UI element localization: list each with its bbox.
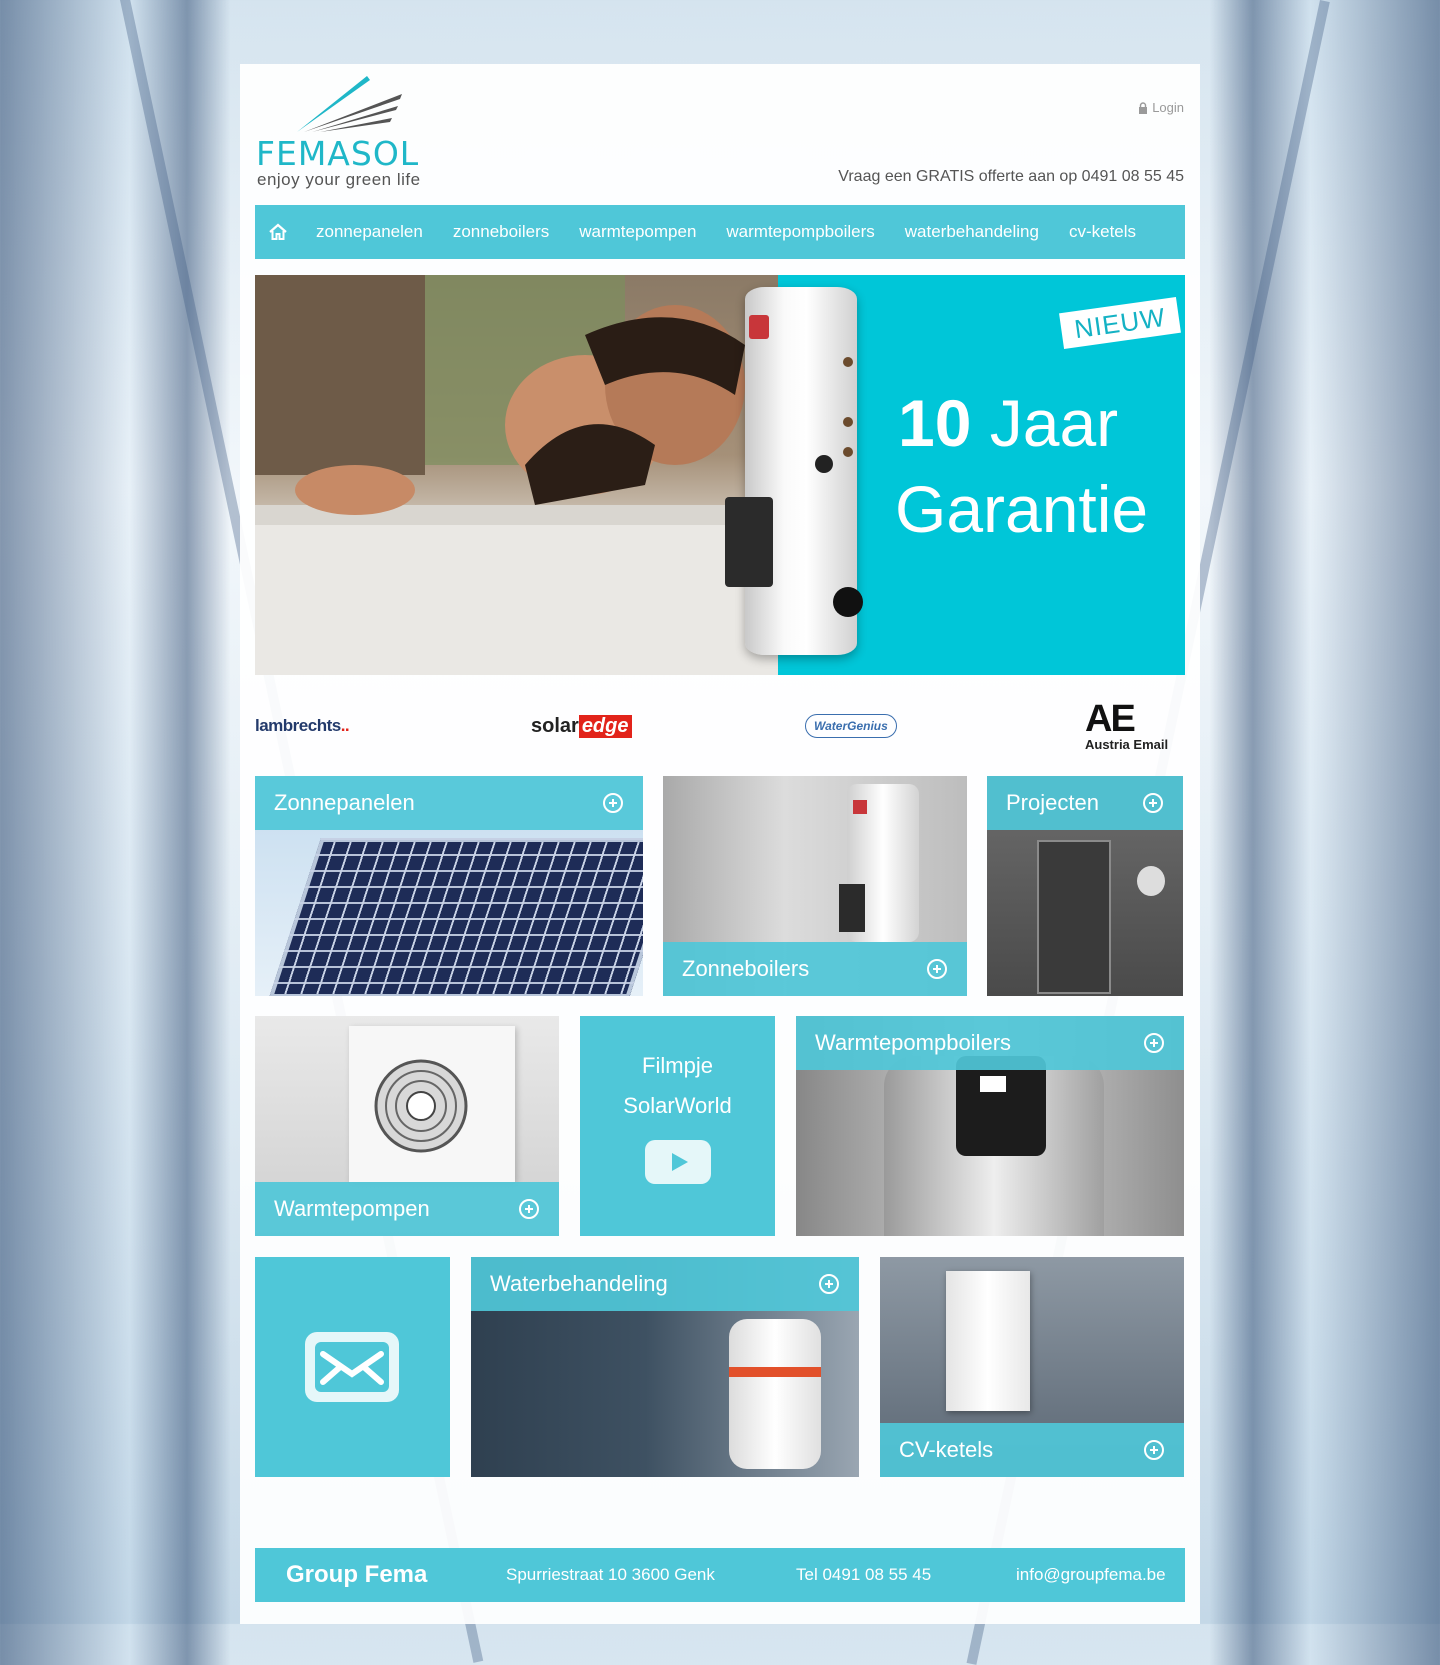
hero-headline-line2: Garantie bbox=[895, 472, 1149, 546]
watergenius-logo[interactable]: WaterGenius bbox=[805, 686, 897, 766]
fan-icon bbox=[374, 1059, 468, 1153]
tile-bar: Waterbehandeling bbox=[471, 1257, 859, 1311]
tile-warmtepompen[interactable]: Warmtepompen bbox=[255, 1016, 559, 1236]
tile-bar: Projecten bbox=[987, 776, 1183, 830]
water-softener-image bbox=[729, 1319, 821, 1469]
watergenius-logo-text: WaterGenius bbox=[805, 714, 897, 738]
heat-pump-image bbox=[349, 1026, 515, 1182]
tile-zonneboilers[interactable]: Zonneboilers bbox=[663, 776, 967, 996]
nav-item-cv-ketels[interactable]: cv-ketels bbox=[1054, 222, 1151, 242]
tile-bar: Zonneboilers bbox=[663, 942, 967, 996]
installation-image bbox=[1037, 840, 1111, 994]
tile-title: Projecten bbox=[1006, 790, 1099, 815]
tile-waterbehandeling[interactable]: Waterbehandeling bbox=[471, 1257, 859, 1477]
footer-email[interactable]: info@groupfema.be bbox=[1016, 1565, 1166, 1585]
lambrechts-logo-text: lambrechts bbox=[255, 716, 341, 735]
tile-projecten[interactable]: Projecten bbox=[987, 776, 1183, 996]
video-title-line1: Filmpje bbox=[642, 1053, 713, 1078]
video-title-line2: SolarWorld bbox=[623, 1093, 732, 1118]
tile-title: Zonneboilers bbox=[682, 956, 810, 981]
tile-title: Zonnepanelen bbox=[274, 790, 415, 815]
footer-brand: Group Fema bbox=[286, 1561, 428, 1588]
tile-contact-mail[interactable] bbox=[255, 1257, 450, 1477]
logo-tagline: enjoy your green life bbox=[257, 170, 421, 189]
plus-circle-icon[interactable] bbox=[1143, 793, 1163, 813]
tile-zonnepanelen[interactable]: Zonnepanelen bbox=[255, 776, 643, 996]
solaredge-logo-edge: edge bbox=[578, 714, 632, 738]
play-icon[interactable] bbox=[645, 1140, 711, 1184]
tile-title: Waterbehandeling bbox=[490, 1271, 668, 1296]
plus-circle-icon[interactable] bbox=[1144, 1033, 1164, 1053]
nav-item-warmtepompboilers[interactable]: warmtepompboilers bbox=[711, 222, 889, 242]
boiler-unit-image bbox=[946, 1271, 1030, 1411]
tile-bar: Warmtepompboilers bbox=[796, 1016, 1184, 1070]
home-icon bbox=[269, 223, 287, 240]
logo-name[interactable]: FEMASOL bbox=[256, 134, 419, 173]
nav-item-waterbehandeling[interactable]: waterbehandeling bbox=[890, 222, 1054, 242]
boiler-image bbox=[839, 784, 919, 942]
footer: Group Fema Spurriestraat 10 3600 Genk Te… bbox=[255, 1548, 1185, 1602]
heat-pump-boiler-top-image bbox=[956, 1056, 1046, 1156]
expansion-vessel-image bbox=[1137, 866, 1165, 896]
hero-headline-number: 10 bbox=[898, 386, 972, 460]
nav-item-warmtepompen[interactable]: warmtepompen bbox=[564, 222, 711, 242]
nav-home[interactable] bbox=[255, 205, 301, 259]
hero-headline-line1: 10 Jaar bbox=[898, 385, 1118, 461]
offer-text: Vraag een GRATIS offerte aan op 0491 08 … bbox=[838, 168, 1184, 185]
nav-item-zonneboilers[interactable]: zonneboilers bbox=[438, 222, 564, 242]
plus-circle-icon[interactable] bbox=[603, 793, 623, 813]
tile-title: Warmtepompboilers bbox=[815, 1030, 1012, 1055]
partner-logos: lambrechts.. solar edge WaterGenius AE Au… bbox=[255, 686, 1185, 766]
tile-video-solarworld[interactable]: Filmpje SolarWorld bbox=[580, 1016, 775, 1236]
austria-email-logo[interactable]: AE Austria Email bbox=[1085, 686, 1168, 766]
footer-address: Spurriestraat 10 3600 Genk bbox=[506, 1565, 715, 1584]
plus-circle-icon[interactable] bbox=[519, 1199, 539, 1219]
login-link[interactable]: Login bbox=[1138, 100, 1184, 115]
tile-cv-ketels[interactable]: CV-ketels bbox=[880, 1257, 1184, 1477]
lambrechts-logo[interactable]: lambrechts.. bbox=[255, 686, 350, 766]
mail-icon bbox=[305, 1332, 399, 1402]
femasol-logo-icon bbox=[297, 76, 402, 132]
tile-warmtepompboilers[interactable]: Warmtepompboilers bbox=[796, 1016, 1184, 1236]
solaredge-logo[interactable]: solar edge bbox=[531, 686, 632, 766]
video-title: Filmpje SolarWorld bbox=[580, 1046, 775, 1126]
login-label: Login bbox=[1152, 100, 1184, 115]
solaredge-logo-text: solar bbox=[531, 714, 579, 737]
hero-headline-unit: Jaar bbox=[971, 386, 1119, 460]
main-nav: zonnepanelen zonneboilers warmtepompen w… bbox=[255, 205, 1185, 259]
lock-icon bbox=[1139, 101, 1148, 114]
tile-title: Warmtepompen bbox=[274, 1196, 430, 1221]
plus-circle-icon[interactable] bbox=[819, 1274, 839, 1294]
plus-circle-icon[interactable] bbox=[927, 959, 947, 979]
hero-photo bbox=[255, 275, 778, 675]
tile-bar: CV-ketels bbox=[880, 1423, 1184, 1477]
austria-email-label: Austria Email bbox=[1085, 736, 1169, 752]
footer-phone[interactable]: Tel 0491 08 55 45 bbox=[796, 1565, 1016, 1585]
tile-bar: Warmtepompen bbox=[255, 1182, 559, 1236]
tile-bar: Zonnepanelen bbox=[255, 776, 643, 830]
bath-couple-image bbox=[255, 275, 778, 675]
hero-banner[interactable]: NIEUW 10 Jaar Garantie bbox=[255, 275, 1185, 675]
solar-panel-grid bbox=[269, 838, 643, 996]
nav-item-zonnepanelen[interactable]: zonnepanelen bbox=[301, 222, 438, 242]
page-container: FEMASOL enjoy your green life Login Vraa… bbox=[240, 64, 1200, 1624]
plus-circle-icon[interactable] bbox=[1144, 1440, 1164, 1460]
solar-boiler-image bbox=[725, 287, 863, 655]
ae-logo-mark: AE bbox=[1085, 697, 1136, 740]
tile-title: CV-ketels bbox=[899, 1437, 994, 1462]
